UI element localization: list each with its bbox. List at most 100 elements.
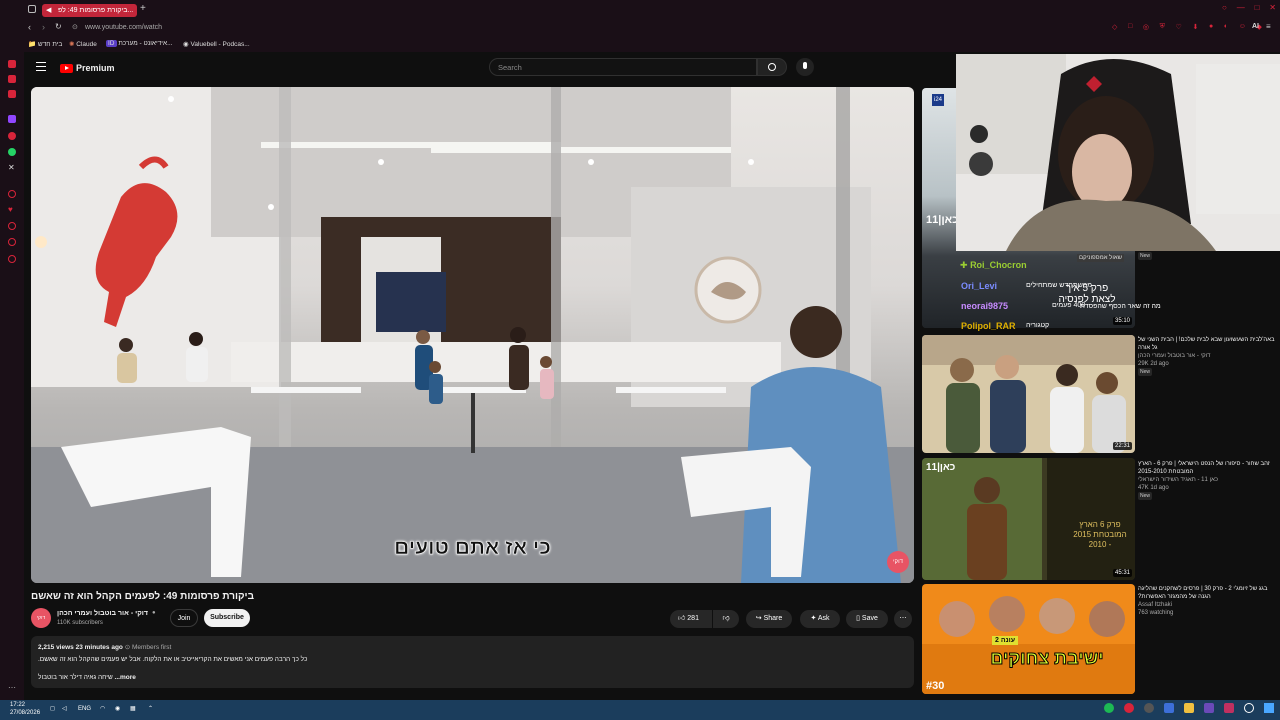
spotify-icon[interactable] (1104, 703, 1114, 713)
yt-logo[interactable]: Premium (60, 62, 115, 74)
tray-expand-icon[interactable]: ⌃ (148, 705, 153, 712)
menu-icon[interactable]: ≡ (1266, 22, 1271, 31)
sidebar-app-icon[interactable] (8, 60, 16, 68)
ai-button[interactable]: AI (1252, 23, 1259, 30)
more-icon[interactable]: ⋯ (8, 683, 16, 692)
search-tabs-icon[interactable]: ○ (1222, 3, 1227, 15)
tab-title: ביקורת פרסומות 49: לפ... (58, 7, 134, 14)
search-placeholder: Search (498, 63, 522, 72)
channel-avatar[interactable]: דוקי (31, 608, 51, 628)
download-icon[interactable]: ⬇ (1192, 23, 1198, 33)
app-icon[interactable] (1144, 703, 1154, 713)
verified-icon: ● (152, 610, 156, 616)
tray-icon[interactable]: ▦ (130, 705, 136, 712)
yt-play-icon (60, 63, 73, 73)
site-info-icon[interactable]: ⊙ (72, 23, 78, 31)
close-icon[interactable]: ✕ (1269, 3, 1276, 15)
active-tab[interactable]: ◀ ביקורת פרסומות 49: לפ... (42, 4, 137, 17)
taskbar-apps (1104, 703, 1274, 717)
save-button[interactable]: ▯ Save (846, 610, 888, 628)
sidebar-item[interactable]: 22:31 (922, 335, 1135, 453)
webcam-feed (956, 54, 1280, 251)
more-link[interactable]: ...more (115, 674, 136, 681)
workspaces-icon[interactable] (28, 5, 36, 13)
description-box[interactable]: 2,215 views 23 minutes ago ⊙ Members fir… (31, 636, 914, 688)
subscribe-button[interactable]: Subscribe (204, 609, 250, 627)
whatsapp-icon[interactable] (8, 148, 16, 156)
language-indicator[interactable]: ENG (78, 706, 91, 712)
thumbs-down-icon: 👎︎ (722, 615, 730, 622)
tray-icon[interactable]: ◉ (115, 705, 120, 712)
sidebar-stats: 29K 2d ago (1138, 361, 1169, 367)
opera-icon[interactable] (1124, 703, 1134, 713)
extension-icon[interactable]: ◐ (1224, 23, 1228, 33)
clock-time: 17:22 (10, 702, 26, 708)
sidebar-app-icon[interactable] (8, 90, 16, 98)
video-player[interactable]: כי אז אתם טועים דוקי (31, 87, 914, 583)
search-icon[interactable] (1244, 703, 1254, 713)
dislike-button[interactable]: 👎︎ (713, 610, 739, 628)
join-button[interactable]: Join (170, 609, 198, 627)
extension-icon[interactable]: □ (1128, 23, 1132, 33)
reload-icon[interactable]: ↻ (55, 22, 62, 31)
chat-username: Polipol_RAR (961, 321, 1016, 331)
sidebar-meta: New (1138, 252, 1278, 260)
folder-icon[interactable] (1184, 703, 1194, 713)
search-button[interactable] (757, 58, 787, 76)
search-input[interactable]: Search (489, 58, 757, 76)
twitch-icon[interactable] (8, 115, 16, 123)
kan11-logo: כאן|11 (926, 214, 959, 226)
channel-watermark[interactable]: דוקי (887, 551, 909, 573)
sidebar-meta: בגג של זיומג'י 2 - פרק 30 | פרסים לשחקני… (1138, 585, 1278, 617)
shield-icon[interactable]: ⛨ (1160, 23, 1165, 33)
voice-search-button[interactable] (796, 58, 814, 76)
extension-icon[interactable]: ◎ (1143, 23, 1149, 33)
app-icon[interactable] (1204, 703, 1214, 713)
maximize-icon[interactable]: □ (1255, 3, 1260, 15)
chat-badge-icon: ✚ (960, 260, 968, 270)
bookmark-item[interactable]: ID אידיאונט - מערכת... (106, 40, 172, 47)
sidebar-app-icon[interactable] (8, 75, 16, 83)
share-button[interactable]: ↪ Share (746, 610, 792, 628)
volume-icon[interactable]: ◁ (62, 705, 67, 712)
mic-icon (803, 62, 807, 69)
sidebar-video-title: באה'לבית השעשועון שבא לבית שלכם! | הבית … (1138, 337, 1275, 351)
speaker-icon[interactable]: ◀ (46, 4, 51, 17)
yt-menu-icon[interactable] (36, 62, 46, 71)
bookmark-item[interactable]: ✺ Claude (69, 40, 97, 48)
sidebar-item[interactable]: עונה 2 ישיבת צחוקים #30 (922, 584, 1135, 694)
bookmark-item[interactable]: ◉ Valuebell - Podcas... (183, 40, 250, 48)
sidebar-channel: דוקי - אור בוטבול ועמרי הכהן (1138, 353, 1211, 359)
bookmark-item[interactable]: 📁 בית חדש (28, 40, 62, 48)
sidebar-app-icon[interactable] (8, 190, 16, 198)
sidebar-app-icon[interactable] (8, 222, 16, 230)
sidebar-app-icon[interactable] (8, 255, 16, 263)
app-icon[interactable] (1224, 703, 1234, 713)
sidebar-app-icon[interactable] (8, 238, 16, 246)
app-icon[interactable] (1164, 703, 1174, 713)
forward-icon[interactable]: › (42, 22, 45, 32)
extension-icon[interactable]: ☺ (1239, 23, 1246, 33)
heart-icon[interactable]: ♡ (1176, 23, 1182, 33)
chat-line: Ori_Levi (961, 281, 997, 291)
like-button[interactable]: 👍︎ 281 (670, 610, 712, 628)
extension-icon[interactable]: ● (1209, 23, 1213, 33)
minimize-icon[interactable]: — (1237, 3, 1245, 15)
more-actions-button[interactable]: ⋯ (894, 610, 912, 628)
sidebar-item[interactable]: כאן|11 פרק 6 הארץ המובטחת 2015 - 2010 45… (922, 458, 1135, 580)
new-tab-button[interactable]: + (140, 3, 146, 14)
x-icon[interactable]: ✕ (8, 163, 15, 172)
notification-icon[interactable]: ◻ (50, 705, 55, 712)
members-icon: ⊙ (124, 644, 132, 651)
bookmarks-bar: 📁 בית חדש ✺ Claude ID אידיאונט - מערכת..… (0, 36, 1280, 52)
clock[interactable]: 17:22 27/08/2026 (10, 701, 40, 717)
extension-icon[interactable]: ◇ (1112, 23, 1117, 33)
heart-icon[interactable]: ♥ (8, 205, 13, 214)
url-field[interactable]: www.youtube.com/watch (85, 24, 162, 31)
ask-button[interactable]: ✦ Ask (800, 610, 840, 628)
start-icon[interactable] (1264, 703, 1274, 713)
channel-name[interactable]: דוקי - אור בוטבול ועמרי הכהן (57, 610, 148, 617)
wifi-icon[interactable]: ◠ (100, 705, 105, 712)
back-icon[interactable]: ‹ (28, 22, 31, 32)
messenger-icon[interactable] (8, 132, 16, 140)
